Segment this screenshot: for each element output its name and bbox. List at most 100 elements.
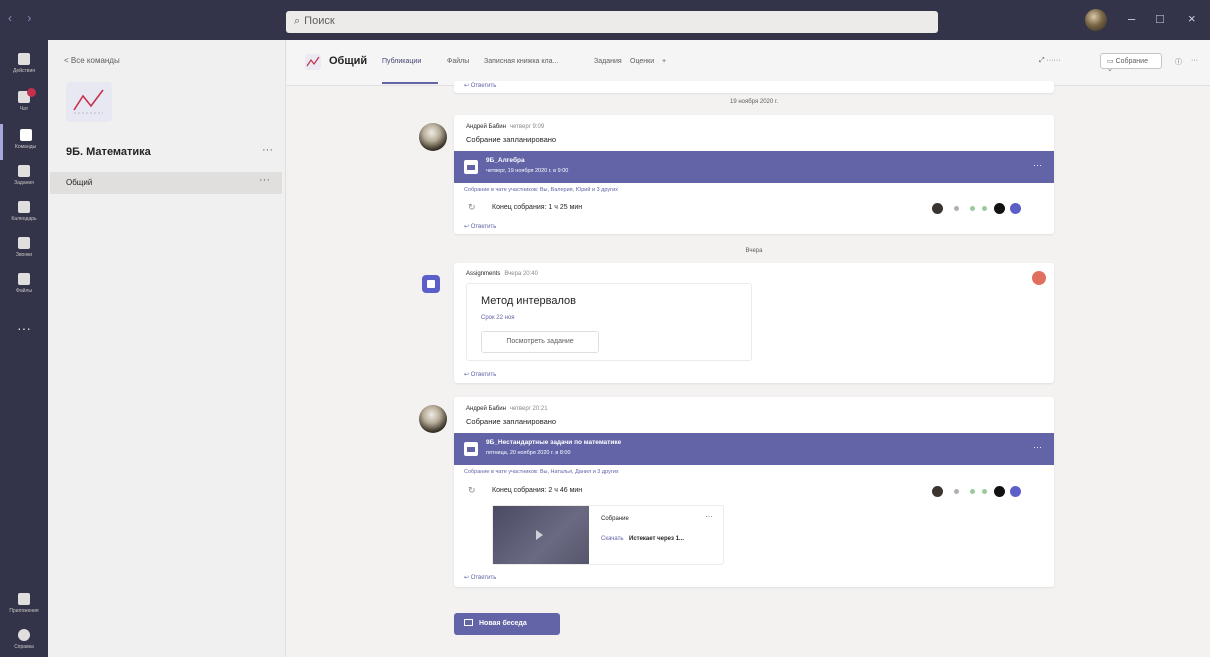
chart-line-icon xyxy=(73,89,104,114)
app-rail: Действия Чат Команды Задания Календарь З… xyxy=(0,40,48,657)
bell-icon xyxy=(18,53,30,65)
view-assignment-button[interactable]: Посмотреть задание xyxy=(481,331,599,353)
apps-icon xyxy=(18,593,30,605)
reply-link[interactable]: ↩ Ответить xyxy=(464,82,496,89)
participant-avatar xyxy=(954,206,959,211)
participants xyxy=(932,203,1042,215)
maximize-button[interactable]: □ xyxy=(1156,11,1164,26)
message-feed: ↩ Ответить 19 ноября 2020 г. Андрей Баби… xyxy=(287,81,1210,657)
reply-link[interactable]: ↩ Ответить xyxy=(464,574,496,581)
search-input[interactable]: ⌕ Поиск xyxy=(286,11,938,33)
meeting-more-button[interactable]: ··· xyxy=(1033,442,1042,452)
rail-item-assignments[interactable]: Задания xyxy=(0,160,48,196)
assignment-post: Assignments Вчера 20:40 Метод интервалов … xyxy=(454,263,1054,383)
post-author: Андрей Бабин четверг 20:21 xyxy=(466,406,548,412)
info-icon[interactable]: ⓘ xyxy=(1175,57,1182,67)
channel-more-button[interactable]: ··· xyxy=(259,174,270,186)
teams-icon xyxy=(19,129,32,141)
recording-expiry: Истекает через 1... xyxy=(629,536,684,542)
tab-grades[interactable]: Оценки xyxy=(630,58,654,65)
rail-item-calls[interactable]: Звонки xyxy=(0,232,48,268)
tab-class-notebook[interactable]: Записная книжка кла... xyxy=(484,58,558,65)
rail-item-teams[interactable]: Команды xyxy=(0,124,48,160)
assignment-card: Метод интервалов Срок 22 ноя Посмотреть … xyxy=(466,283,752,361)
download-link[interactable]: Скачать xyxy=(601,536,624,542)
all-teams-link[interactable]: < Все команды xyxy=(64,56,120,65)
minimize-button[interactable]: – xyxy=(1128,11,1135,26)
header-more-button[interactable]: ··· xyxy=(1191,57,1198,64)
more-apps-button[interactable]: ··· xyxy=(0,320,48,336)
recording-card[interactable]: Собрание ··· Скачать Истекает через 1... xyxy=(492,505,724,565)
meeting-title: 9Б_Алгебра xyxy=(486,157,525,164)
recording-thumbnail[interactable] xyxy=(493,506,589,564)
calendar-icon xyxy=(464,160,478,174)
main-area: Общий Публикации Файлы Записная книжка к… xyxy=(287,40,1210,657)
assignments-icon xyxy=(18,165,30,177)
rail-item-chat[interactable]: Чат xyxy=(0,86,48,122)
assignment-title: Метод интервалов xyxy=(481,295,577,307)
meeting-ended-icon: ↻ xyxy=(468,202,476,212)
phone-icon xyxy=(18,237,30,249)
participant-avatar xyxy=(982,489,987,494)
profile-avatar[interactable] xyxy=(1085,9,1107,31)
post-subtitle: Собрание запланировано xyxy=(466,417,557,426)
back-forward-arrows[interactable]: ‹ › xyxy=(8,11,37,25)
team-panel: < Все команды 9Б. Математика ··· Общий ·… xyxy=(48,40,286,657)
rail-item-apps[interactable]: Приложения xyxy=(0,588,48,624)
channel-general[interactable]: Общий ··· xyxy=(50,172,282,194)
rail-item-calendar[interactable]: Календарь xyxy=(0,196,48,232)
post-author: Assignments Вчера 20:40 xyxy=(466,271,538,277)
expand-icon[interactable]: ⤢ ······ xyxy=(1039,57,1061,65)
new-conversation-button[interactable]: Новая беседа xyxy=(454,613,560,635)
assignment-badge xyxy=(1032,271,1046,285)
meeting-chat-link[interactable]: Собрание в чате участников: Вы, Валерия,… xyxy=(464,187,618,193)
post-author: Андрей Бабин четверг 9:09 xyxy=(466,124,545,130)
close-button[interactable]: × xyxy=(1188,11,1196,26)
participant-avatar xyxy=(932,486,943,497)
rail-item-activity[interactable]: Действия xyxy=(0,48,48,84)
message-card: ↩ Ответить xyxy=(454,81,1054,93)
title-bar: ‹ › ⌕ Поиск – □ × xyxy=(0,0,1210,40)
play-icon xyxy=(536,530,543,540)
team-avatar xyxy=(66,82,112,122)
participant-avatar xyxy=(932,203,943,214)
rail-item-files[interactable]: Файлы xyxy=(0,268,48,304)
participant-avatar xyxy=(1010,203,1021,214)
avatar[interactable] xyxy=(419,123,447,151)
meet-button[interactable]: ▭ Собрание ⌄ xyxy=(1100,53,1162,73)
rail-item-help[interactable]: Справка xyxy=(0,624,48,657)
date-separator: Вчера xyxy=(745,248,763,254)
active-tab-indicator xyxy=(382,82,438,84)
participant-avatar xyxy=(1010,486,1021,497)
channel-header: Общий Публикации Файлы Записная книжка к… xyxy=(287,40,1210,86)
meeting-banner[interactable]: 9Б_Нестандартные задачи по математике пя… xyxy=(454,433,1054,465)
compose-icon xyxy=(464,619,473,626)
tab-posts[interactable]: Публикации xyxy=(382,58,421,65)
participant-avatar xyxy=(994,203,1005,214)
file-icon xyxy=(18,273,30,285)
channel-icon xyxy=(305,54,321,70)
team-more-button[interactable]: ··· xyxy=(262,144,273,156)
meeting-banner[interactable]: 9Б_Алгебра четверг, 19 ноября 2020 г. в … xyxy=(454,151,1054,183)
meeting-post: Андрей Бабин четверг 20:21 Собрание запла… xyxy=(454,397,1054,587)
meeting-ended-text: Конец собрания: 1 ч 25 мин xyxy=(492,204,583,211)
assignments-app-avatar[interactable] xyxy=(422,275,440,293)
meeting-chat-link[interactable]: Собрание в чате участников: Вы, Наталья,… xyxy=(464,469,619,475)
channel-label: Общий xyxy=(66,178,93,187)
date-separator: 19 ноября 2020 г. xyxy=(730,99,778,105)
team-name: 9Б. Математика xyxy=(66,146,151,158)
avatar[interactable] xyxy=(419,405,447,433)
recording-more-button[interactable]: ··· xyxy=(705,512,713,521)
participant-avatar xyxy=(982,206,987,211)
meeting-title: 9Б_Нестандартные задачи по математике xyxy=(486,439,622,446)
tab-assignments[interactable]: Задания xyxy=(594,58,622,65)
reply-link[interactable]: ↩ Ответить xyxy=(464,223,496,230)
help-icon xyxy=(18,629,30,641)
tab-files[interactable]: Файлы xyxy=(447,58,469,65)
participants xyxy=(932,486,1042,498)
meeting-more-button[interactable]: ··· xyxy=(1033,160,1042,170)
reply-link[interactable]: ↩ Ответить xyxy=(464,371,496,378)
post-subtitle: Собрание запланировано xyxy=(466,135,557,144)
tab-add[interactable]: + xyxy=(662,58,666,65)
calendar-icon xyxy=(18,201,30,213)
